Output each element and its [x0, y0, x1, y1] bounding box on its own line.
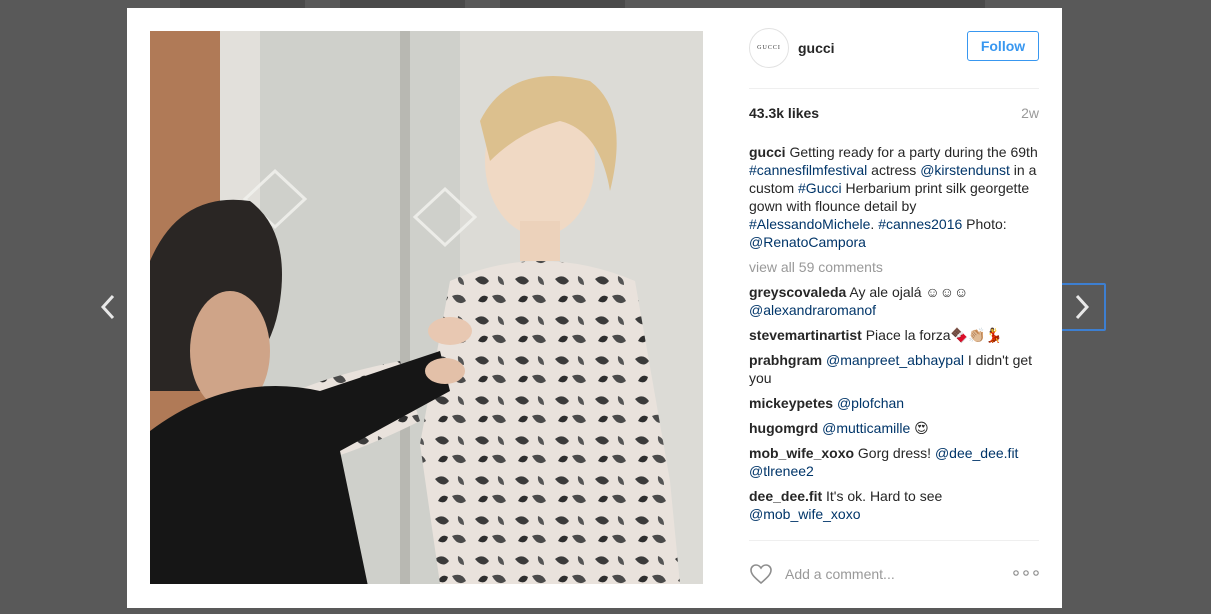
comment-item: hugomgrd @mutticamille 😍	[749, 419, 1039, 437]
comment-username[interactable]: gucci	[749, 144, 786, 160]
post-modal: GUCCI gucci Follow 43.3k likes 2w gucci …	[127, 8, 1062, 608]
add-comment-input[interactable]	[785, 566, 985, 582]
comment-username[interactable]: dee_dee.fit	[749, 488, 822, 504]
post-image	[150, 31, 703, 584]
avatar-logo-text: GUCCI	[757, 45, 781, 51]
likes-count[interactable]: 43.3k likes	[749, 105, 819, 121]
comment-text: 😍	[910, 420, 929, 436]
hashtag-link[interactable]: #cannesfilmfestival	[749, 162, 867, 178]
mention-link[interactable]: @alexandraromanof	[749, 302, 876, 318]
avatar[interactable]: GUCCI	[749, 28, 789, 68]
comment-text: Getting ready for a party during the 69t…	[785, 144, 1038, 160]
hashtag-link[interactable]: #AlessandoMichele	[749, 216, 870, 232]
comment-item: greyscovaleda Ay ale ojalá ☺☺☺ @alexandr…	[749, 283, 1039, 319]
comment-list: greyscovaleda Ay ale ojalá ☺☺☺ @alexandr…	[749, 283, 1039, 523]
divider	[749, 540, 1039, 541]
comment-item: stevemartinartist Piace la forza🍫👏🏼💃	[749, 326, 1039, 344]
mention-link[interactable]: @mob_wife_xoxo	[749, 506, 861, 522]
post-photo[interactable]	[150, 31, 703, 584]
mention-link[interactable]: @tlrenee2	[749, 463, 814, 479]
comment-username[interactable]: prabhgram	[749, 352, 822, 368]
comment-username[interactable]: mob_wife_xoxo	[749, 445, 854, 461]
post-sidebar: GUCCI gucci Follow 43.3k likes 2w gucci …	[749, 8, 1039, 608]
hashtag-link[interactable]: #cannes2016	[878, 216, 962, 232]
comment-text: actress	[867, 162, 921, 178]
comment-text: It's ok. Hard to see	[822, 488, 943, 504]
comment-bar	[749, 561, 1039, 587]
mention-link[interactable]: @RenatoCampora	[749, 234, 866, 250]
view-all-comments-link[interactable]: view all 59 comments	[749, 258, 1039, 276]
follow-button[interactable]: Follow	[967, 31, 1039, 61]
mention-link[interactable]: @plofchan	[837, 395, 904, 411]
next-post-button[interactable]	[1058, 283, 1106, 331]
post-username[interactable]: gucci	[798, 40, 835, 56]
chevron-right-icon	[1075, 294, 1090, 320]
comment-username[interactable]: stevemartinartist	[749, 327, 862, 343]
mention-link[interactable]: @mutticamille	[822, 420, 910, 436]
comment-item: mickeypetes @plofchan	[749, 394, 1039, 412]
comment-text: Photo:	[962, 216, 1007, 232]
comment-feed: gucci Getting ready for a party during t…	[749, 143, 1039, 540]
mention-link[interactable]: @dee_dee.fit	[935, 445, 1019, 461]
post-header: GUCCI gucci Follow	[749, 28, 1039, 68]
previous-post-button[interactable]	[84, 283, 132, 331]
chevron-left-icon	[100, 294, 115, 320]
mention-link[interactable]: @manpreet_abhaypal	[826, 352, 964, 368]
comment-item: prabhgram @manpreet_abhaypal I didn't ge…	[749, 351, 1039, 387]
comment-username[interactable]: mickeypetes	[749, 395, 833, 411]
comment-item: dee_dee.fit It's ok. Hard to see @mob_wi…	[749, 487, 1039, 523]
divider	[749, 88, 1039, 89]
comment-username[interactable]: greyscovaleda	[749, 284, 846, 300]
comment-text: Gorg dress!	[854, 445, 935, 461]
post-caption: gucci Getting ready for a party during t…	[749, 143, 1039, 251]
likes-row: 43.3k likes 2w	[749, 105, 1039, 121]
post-timestamp[interactable]: 2w	[1021, 105, 1039, 121]
more-icon[interactable]	[1013, 568, 1039, 578]
comment-text: Piace la forza🍫👏🏼💃	[861, 327, 1003, 343]
comment-username[interactable]: hugomgrd	[749, 420, 818, 436]
comment-item: mob_wife_xoxo Gorg dress! @dee_dee.fit @…	[749, 444, 1039, 480]
comment-text: Ay ale ojalá ☺☺☺	[846, 284, 969, 300]
hashtag-link[interactable]: #Gucci	[798, 180, 842, 196]
mention-link[interactable]: @kirstendunst	[920, 162, 1010, 178]
heart-icon[interactable]	[749, 563, 773, 585]
